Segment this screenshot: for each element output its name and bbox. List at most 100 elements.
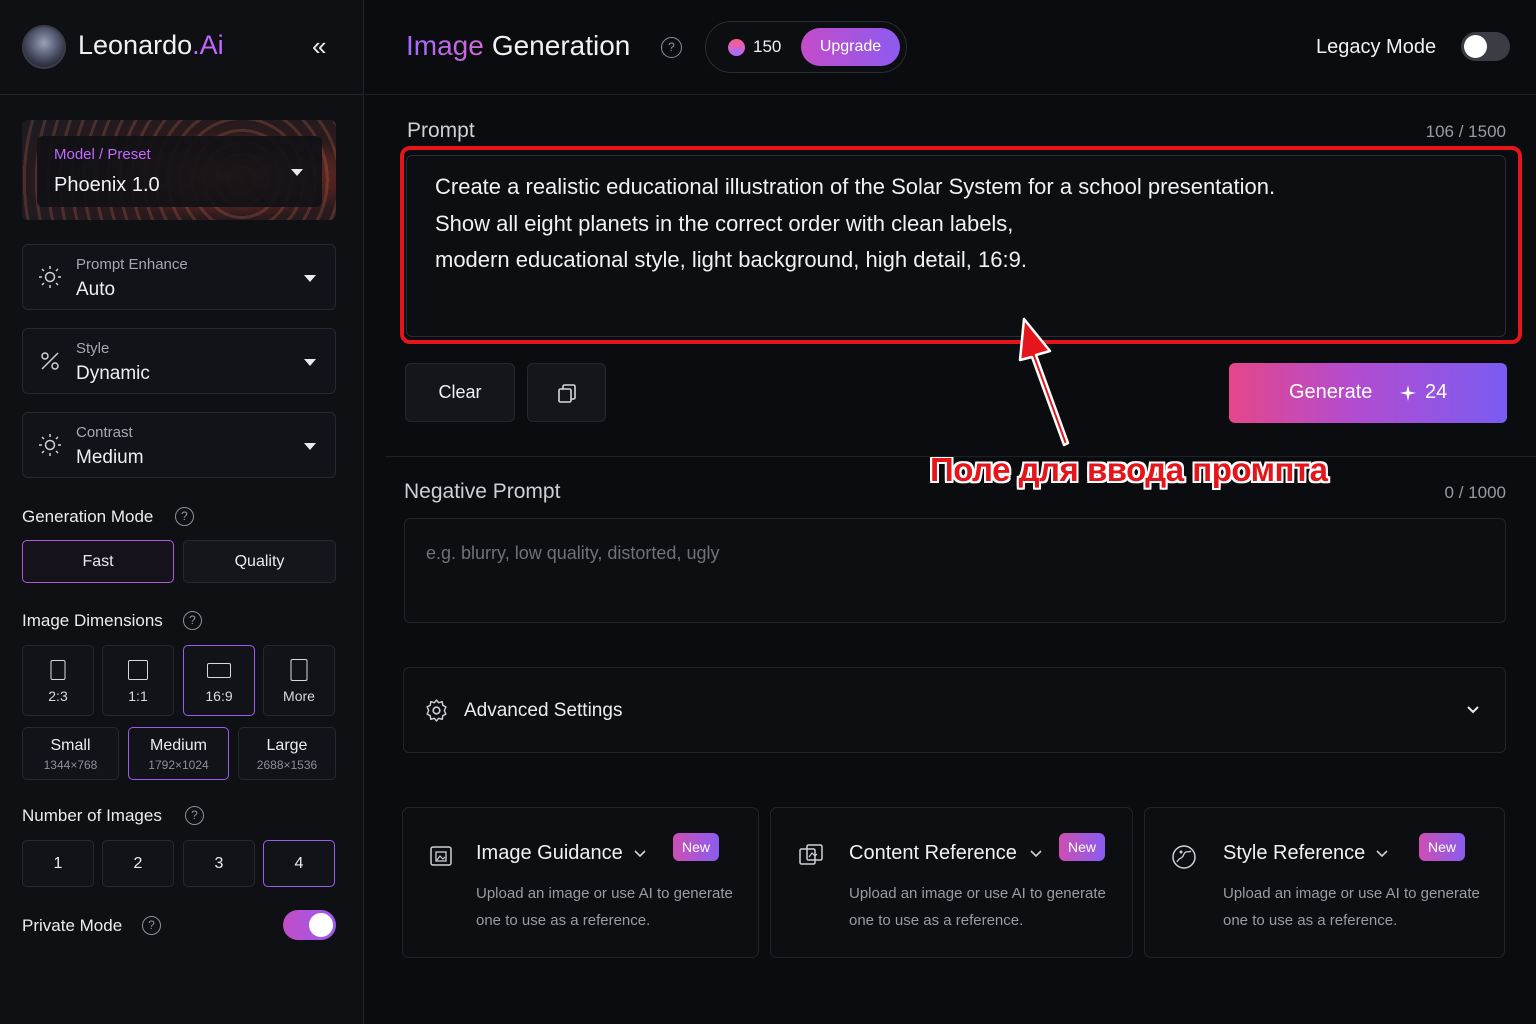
style-select[interactable]: Style Dynamic (22, 328, 336, 394)
content-reference-title: Content Reference (849, 842, 1017, 864)
chevron-down-icon (291, 169, 303, 176)
chevron-down-icon (304, 443, 316, 450)
legacy-mode-label: Legacy Mode (1316, 36, 1437, 58)
style-reference-icon (1172, 845, 1196, 869)
toggle-knob (1464, 35, 1487, 58)
upgrade-button[interactable]: Upgrade (801, 28, 900, 66)
collapse-sidebar-icon[interactable]: « (312, 33, 326, 59)
image-guidance-card[interactable]: Image Guidance Upload an image or use AI… (402, 807, 759, 958)
image-guidance-title: Image Guidance (476, 842, 623, 864)
clear-button[interactable]: Clear (405, 363, 515, 422)
chevron-down-icon (634, 850, 646, 858)
prompt-enhance-value: Auto (76, 279, 116, 300)
brand-name: Leonardo (78, 30, 193, 60)
ratio-16-9-button[interactable]: 16:9 (183, 645, 255, 716)
chevron-down-icon (304, 275, 316, 282)
sidebar-divider (0, 94, 364, 95)
sidebar: Leonardo.Ai « Model / Preset Phoenix 1.0… (0, 0, 364, 1024)
brand-suffix: .Ai (192, 30, 224, 60)
size-large-button[interactable]: Large 2688×1536 (238, 727, 336, 780)
image-guidance-description: Upload an image or use AI to generate on… (476, 885, 733, 929)
square-ratio-icon (128, 660, 148, 680)
chevron-down-icon (1467, 706, 1479, 714)
number-of-images-title: Number of Images (22, 806, 162, 825)
help-icon[interactable]: ? (175, 507, 194, 526)
num-images-4-button[interactable]: 4 (263, 840, 335, 887)
ratio-label: 16:9 (205, 688, 233, 704)
page-title-part2: Generation (491, 30, 631, 61)
token-count: 150 (753, 37, 782, 56)
size-name: Medium (150, 737, 207, 754)
negative-prompt-placeholder: e.g. blurry, low quality, distorted, ugl… (426, 543, 720, 563)
prompt-label: Prompt (407, 119, 475, 142)
leonardo-logo-avatar (22, 25, 66, 69)
style-reference-title: Style Reference (1223, 842, 1366, 864)
landscape-ratio-icon (207, 663, 231, 678)
mode-fast-button[interactable]: Fast (22, 540, 174, 583)
size-resolution: 1792×1024 (148, 758, 209, 772)
legacy-mode-toggle[interactable] (1461, 32, 1510, 61)
sun-icon (39, 266, 61, 288)
negative-prompt-textarea[interactable]: e.g. blurry, low quality, distorted, ugl… (404, 518, 1506, 623)
ratio-more-button[interactable]: More (263, 645, 335, 716)
chevron-down-icon (304, 359, 316, 366)
advanced-settings-label: Advanced Settings (464, 700, 623, 721)
help-icon[interactable]: ? (661, 37, 682, 58)
num-images-3-button[interactable]: 3 (183, 840, 255, 887)
image-dimensions-title: Image Dimensions (22, 611, 163, 630)
annotation-highlight-frame (400, 146, 1522, 344)
new-badge: New (1059, 833, 1105, 861)
contrast-select[interactable]: Contrast Medium (22, 412, 336, 478)
style-brush-icon (41, 352, 59, 370)
style-reference-description: Upload an image or use AI to generate on… (1223, 885, 1480, 929)
brand-logo-text[interactable]: Leonardo.Ai (78, 30, 224, 61)
size-small-button[interactable]: Small 1344×768 (22, 727, 119, 780)
model-preset-card[interactable]: Model / Preset Phoenix 1.0 (22, 120, 336, 220)
private-mode-toggle[interactable] (283, 910, 336, 940)
help-icon[interactable]: ? (142, 916, 161, 935)
more-ratio-icon (290, 659, 308, 681)
contrast-icon (39, 434, 61, 456)
portrait-ratio-icon (50, 660, 66, 680)
ratio-2-3-button[interactable]: 2:3 (22, 645, 94, 716)
num-images-1-button[interactable]: 1 (22, 840, 94, 887)
content-reference-description: Upload an image or use AI to generate on… (849, 885, 1106, 929)
toggle-knob (309, 913, 333, 937)
private-mode-title: Private Mode (22, 916, 123, 935)
page-title-part1: Image (406, 30, 484, 61)
ratio-1-1-button[interactable]: 1:1 (102, 645, 174, 716)
generate-button[interactable]: Generate 24 (1229, 363, 1507, 423)
help-icon[interactable]: ? (183, 611, 202, 630)
prompt-enhance-label: Prompt Enhance (76, 256, 188, 273)
page-title: Image Generation (406, 30, 630, 62)
mode-quality-button[interactable]: Quality (183, 540, 336, 583)
size-name: Large (266, 737, 308, 754)
prompt-char-counter: 106 / 1500 (1425, 122, 1506, 141)
style-value: Dynamic (76, 363, 150, 384)
copy-button[interactable] (527, 363, 606, 422)
help-icon[interactable]: ? (185, 806, 204, 825)
generate-label: Generate (1289, 381, 1373, 403)
content-reference-icon (799, 844, 823, 865)
content-reference-card[interactable]: Content Reference Upload an image or use… (770, 807, 1133, 958)
sparkle-token-icon (1400, 385, 1416, 401)
model-preset-value: Phoenix 1.0 (54, 174, 160, 196)
annotation-arrow (1018, 317, 1070, 447)
advanced-settings-toggle[interactable]: Advanced Settings (403, 667, 1506, 753)
section-divider (385, 456, 1536, 457)
size-resolution: 1344×768 (43, 758, 98, 772)
num-images-2-button[interactable]: 2 (102, 840, 174, 887)
size-resolution: 2688×1536 (256, 758, 318, 772)
chevron-down-icon (1376, 850, 1388, 858)
style-reference-card[interactable]: Style Reference Upload an image or use A… (1144, 807, 1505, 958)
style-label: Style (76, 340, 110, 357)
header-divider (365, 94, 1536, 95)
model-preset-label: Model / Preset (54, 146, 151, 163)
contrast-label: Contrast (76, 424, 133, 441)
prompt-enhance-select[interactable]: Prompt Enhance Auto (22, 244, 336, 310)
model-preset-select[interactable]: Model / Preset Phoenix 1.0 (37, 136, 322, 207)
token-balance-pill: 150 Upgrade (705, 21, 907, 73)
size-medium-button[interactable]: Medium 1792×1024 (128, 727, 229, 780)
ratio-label: 2:3 (48, 688, 68, 704)
size-name: Small (50, 737, 91, 754)
